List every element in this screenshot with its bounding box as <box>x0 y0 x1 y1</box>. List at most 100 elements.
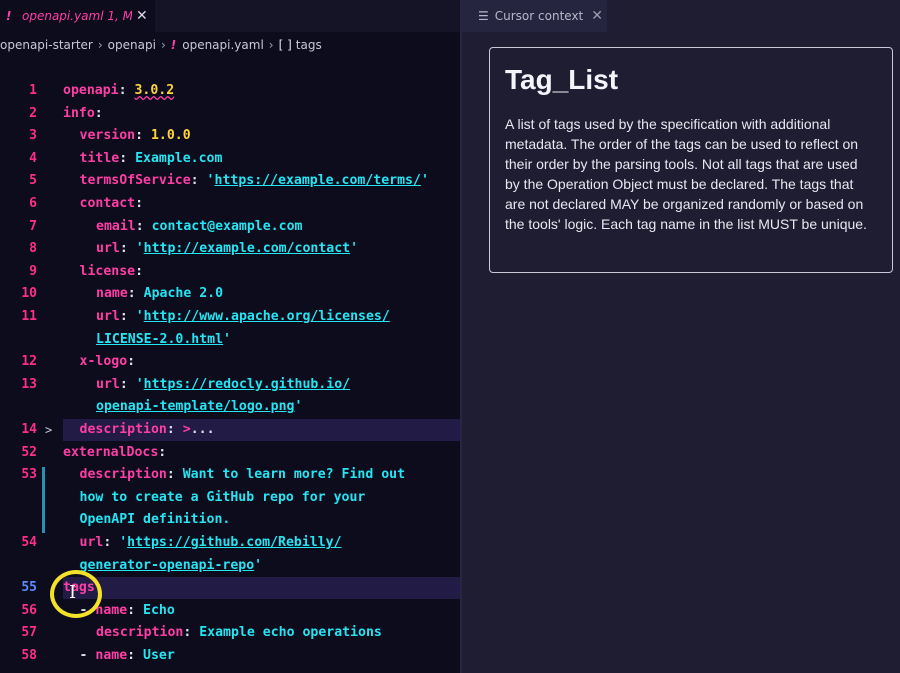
code-token: name <box>95 602 128 618</box>
code-line[interactable]: LICENSE-2.0.html' <box>0 329 460 351</box>
code-token: url <box>96 241 120 257</box>
context-pane: ☰ Cursor context ✕ Tag_List A list of ta… <box>462 0 900 673</box>
code-line[interactable]: 10 name: Apache 2.0 <box>0 283 460 305</box>
code-token: ' <box>135 376 144 392</box>
code-line[interactable]: 2 info: <box>0 103 460 125</box>
code-token: x-logo <box>79 354 128 370</box>
code-token: : <box>118 83 135 98</box>
chevron-right-icon: › <box>160 38 166 52</box>
code-text: how to create a GitHub repo for your <box>80 487 366 509</box>
code-line[interactable]: 58 - name: User <box>0 645 460 667</box>
fold-chevron-icon[interactable]: > <box>45 419 52 441</box>
code-token: 1.0.0 <box>150 128 191 144</box>
code-token: how to create a GitHub repo for your <box>79 489 366 505</box>
code-line[interactable]: OpenAPI definition. <box>0 509 460 531</box>
code-line[interactable]: 9 license: <box>0 261 460 283</box>
code-token: ... <box>190 422 215 437</box>
code-token: Apache 2.0 <box>143 286 224 302</box>
context-tab-bar: ☰ Cursor context ✕ <box>462 0 900 32</box>
breadcrumb-item-symbol[interactable]: tags <box>296 38 322 52</box>
code-token: : <box>127 354 136 370</box>
code-token: : <box>119 241 136 257</box>
code-line[interactable]: openapi-template/logo.png' <box>0 396 460 418</box>
tab-label: Cursor context <box>494 9 584 23</box>
breadcrumb-item-file[interactable]: openapi.yaml <box>182 38 264 52</box>
code-token: : <box>166 422 183 437</box>
code-line[interactable]: 1 openapi: 3.0.2 <box>0 80 460 102</box>
code-token: LICENSE-2.0.html <box>96 331 224 347</box>
code-text: openapi: 3.0.2 <box>63 80 174 102</box>
tab-openapi-yaml[interactable]: ! openapi.yaml 1, M ✕ <box>0 0 155 32</box>
code-token: : <box>119 309 136 324</box>
editor-pane: ! openapi.yaml 1, M ✕ openapi-starter › … <box>0 0 460 673</box>
code-line[interactable]: 57 description: Example echo operations <box>0 622 460 644</box>
code-token: : <box>127 602 144 618</box>
code-line[interactable]: 5 termsOfService: 'https://example.com/te… <box>0 170 460 192</box>
code-token: name <box>96 286 128 302</box>
code-text: externalDocs: <box>63 442 166 464</box>
line-number: 7 <box>29 218 37 234</box>
code-token: openapi-template/logo.png <box>96 399 295 415</box>
code-token: OpenAPI definition. <box>79 512 231 528</box>
code-line[interactable]: 11 url: 'http://www.apache.org/licenses/ <box>0 306 460 328</box>
line-number: 11 <box>21 309 37 324</box>
code-line[interactable]: 13 url: 'https://redocly.github.io/ <box>0 374 460 396</box>
code-token: ' <box>223 331 231 347</box>
line-number: 54 <box>21 535 37 550</box>
code-token: ' <box>254 557 263 573</box>
code-text: generator-openapi-repo' <box>80 555 263 577</box>
code-line[interactable]: 6 contact: <box>0 193 460 215</box>
code-token: > <box>182 422 191 437</box>
code-text: termsOfService: 'https://example.com/ter… <box>80 170 429 192</box>
preview-icon: ☰ <box>478 9 489 23</box>
line-number: 56 <box>21 602 37 618</box>
code-token: email <box>96 218 136 234</box>
code-text: x-logo: <box>80 351 136 373</box>
tab-cursor-context[interactable]: ☰ Cursor context ✕ <box>462 0 607 32</box>
context-description: A list of tags used by the specification… <box>505 116 867 232</box>
code-line[interactable]: 54 url: 'https://github.com/Rebilly/ <box>0 532 460 554</box>
breadcrumb: openapi-starter › openapi › ! openapi.ya… <box>0 35 460 55</box>
line-number: 10 <box>21 286 37 302</box>
code-token: ' <box>135 309 144 324</box>
code-token: ' <box>294 399 303 415</box>
code-line[interactable]: 53 description: Want to learn more? Find … <box>0 464 460 486</box>
code-token: : <box>119 150 136 166</box>
code-line[interactable]: 55 tags: <box>21 577 460 600</box>
code-token: Example echo operations <box>199 625 382 641</box>
code-text: url: 'http://example.com/contact' <box>96 238 358 260</box>
line-number: 3 <box>29 128 37 144</box>
code-token: ' <box>135 241 144 257</box>
code-token: http://www.apache.org/licenses/ <box>143 309 390 324</box>
code-token: contact <box>79 196 136 211</box>
line-number: 4 <box>29 150 37 166</box>
breadcrumb-item-folder[interactable]: openapi-starter <box>0 38 93 52</box>
code-text: url: 'https://github.com/Rebilly/ <box>80 532 342 554</box>
line-number: 8 <box>29 241 37 257</box>
code-line[interactable]: how to create a GitHub repo for your <box>0 487 460 509</box>
line-number: 2 <box>29 105 37 121</box>
code-text: description: >... <box>80 419 215 441</box>
code-token: : <box>166 467 183 483</box>
breadcrumb-item-subfolder[interactable]: openapi <box>108 38 156 52</box>
close-icon[interactable]: ✕ <box>136 8 148 24</box>
code-token: 3.0.2 <box>134 83 175 98</box>
line-number: 52 <box>21 444 37 460</box>
chevron-right-icon: › <box>268 38 274 52</box>
code-line[interactable]: 4 title: Example.com <box>0 148 460 170</box>
code-line[interactable]: 52 externalDocs: <box>0 442 460 464</box>
code-token: Example.com <box>135 150 223 166</box>
array-icon: [ ] <box>278 38 292 52</box>
code-line[interactable]: 3 version: 1.0.0 <box>0 125 460 147</box>
code-line[interactable]: 12 x-logo: <box>0 351 460 373</box>
close-icon[interactable]: ✕ <box>591 8 603 24</box>
code-line[interactable]: 7 email: contact@example.com <box>0 216 460 238</box>
code-token: ' <box>206 173 215 189</box>
code-text: email: contact@example.com <box>96 216 302 238</box>
code-text: version: 1.0.0 <box>80 125 191 147</box>
code-token: : <box>127 648 144 663</box>
code-token: : <box>119 376 136 392</box>
code-line[interactable]: 14 > description: >... <box>21 419 460 441</box>
code-token: info <box>63 105 95 121</box>
code-line[interactable]: 8 url: 'http://example.com/contact' <box>0 238 460 260</box>
